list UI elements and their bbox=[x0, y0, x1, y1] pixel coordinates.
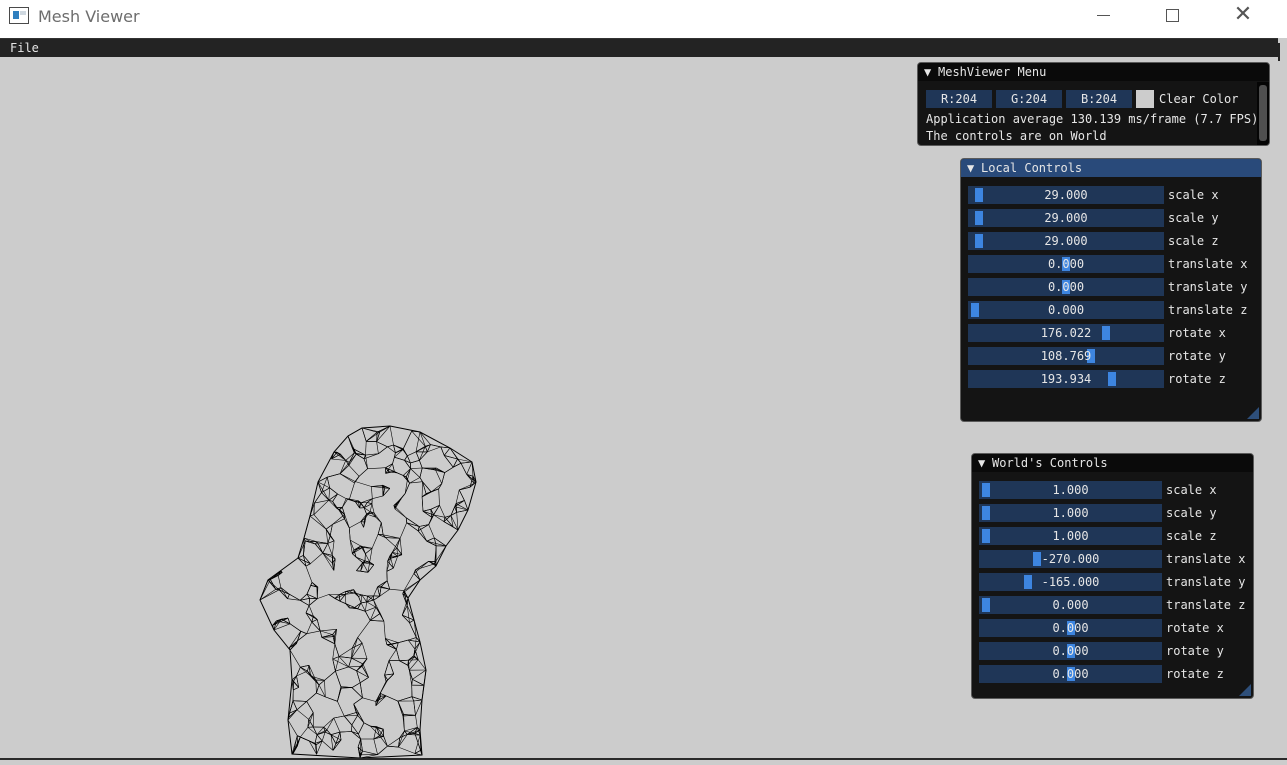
slider-label: scale y bbox=[1166, 506, 1217, 520]
slider-value: 0.000 bbox=[1047, 303, 1085, 317]
slider-translate-z[interactable]: 0.000 bbox=[968, 301, 1164, 319]
slider-translate-x[interactable]: -270.000 bbox=[979, 550, 1162, 568]
slider-scale-y[interactable]: 1.000 bbox=[979, 504, 1162, 522]
slider-value: 29.000 bbox=[1044, 211, 1088, 225]
slider-value: 29.000 bbox=[1044, 234, 1088, 248]
world-controls-header[interactable]: ▼ World's Controls bbox=[972, 454, 1253, 472]
world-controls-title: World's Controls bbox=[992, 456, 1108, 470]
color-r-field[interactable]: R:204 bbox=[926, 90, 992, 108]
slider-label: translate x bbox=[1166, 552, 1246, 566]
scrollbar-thumb[interactable] bbox=[1259, 85, 1267, 141]
panel-scrollbar[interactable] bbox=[1257, 82, 1269, 145]
clear-color-label: Clear Color bbox=[1159, 92, 1239, 106]
slider-label: scale x bbox=[1168, 188, 1219, 202]
menu-file[interactable]: File bbox=[10, 41, 39, 55]
slider-label: rotate z bbox=[1168, 372, 1226, 386]
slider-value: 1.000 bbox=[1052, 529, 1089, 543]
minimize-button[interactable] bbox=[1080, 0, 1126, 32]
local-controls-title: Local Controls bbox=[981, 161, 1083, 175]
menu-bar: File bbox=[0, 38, 1278, 57]
slider-label: scale x bbox=[1166, 483, 1217, 497]
slider-value: 0.000 bbox=[1052, 621, 1089, 635]
slider-translate-x[interactable]: 0.000 bbox=[968, 255, 1164, 273]
slider-rotate-y[interactable]: 108.769 bbox=[968, 347, 1164, 365]
slider-label: scale z bbox=[1166, 529, 1217, 543]
window-title: Mesh Viewer bbox=[38, 7, 140, 26]
menu-bar-edge bbox=[1278, 43, 1280, 61]
slider-label: rotate x bbox=[1168, 326, 1226, 340]
slider-label: scale y bbox=[1168, 211, 1219, 225]
meshviewer-menu-title: MeshViewer Menu bbox=[938, 65, 1047, 79]
slider-label: translate x bbox=[1168, 257, 1248, 271]
slider-scale-z[interactable]: 29.000 bbox=[968, 232, 1164, 250]
clear-color-swatch[interactable] bbox=[1136, 90, 1154, 108]
slider-label: scale z bbox=[1168, 234, 1219, 248]
slider-rotate-x[interactable]: 0.000 bbox=[979, 619, 1162, 637]
slider-value: 108.769 bbox=[1040, 349, 1092, 363]
slider-translate-z[interactable]: 0.000 bbox=[979, 596, 1162, 614]
slider-rotate-y[interactable]: 0.000 bbox=[979, 642, 1162, 660]
window-titlebar: Mesh Viewer ✕ bbox=[0, 0, 1287, 38]
slider-value: -165.000 bbox=[1041, 575, 1100, 589]
slider-scale-y[interactable]: 29.000 bbox=[968, 209, 1164, 227]
slider-scale-z[interactable]: 1.000 bbox=[979, 527, 1162, 545]
slider-value: -270.000 bbox=[1041, 552, 1100, 566]
slider-label: translate z bbox=[1166, 598, 1246, 612]
slider-value: 1.000 bbox=[1052, 483, 1089, 497]
slider-value: 193.934 bbox=[1040, 372, 1092, 386]
collapse-triangle-icon[interactable]: ▼ bbox=[924, 63, 934, 81]
slider-value: 0.000 bbox=[1047, 257, 1085, 271]
slider-scale-x[interactable]: 1.000 bbox=[979, 481, 1162, 499]
resize-grip-icon[interactable] bbox=[1247, 407, 1259, 419]
local-controls-panel: ▼ Local Controls 29.000 scale x 29.000 scale… bbox=[960, 158, 1262, 422]
slider-rotate-z[interactable]: 0.000 bbox=[979, 665, 1162, 683]
wireframe-mesh[interactable] bbox=[250, 420, 490, 760]
slider-value: 176.022 bbox=[1040, 326, 1092, 340]
slider-rotate-z[interactable]: 193.934 bbox=[968, 370, 1164, 388]
slider-value: 0.000 bbox=[1052, 598, 1089, 612]
meshviewer-menu-header[interactable]: ▼ MeshViewer Menu bbox=[918, 63, 1269, 81]
slider-rotate-x[interactable]: 176.022 bbox=[968, 324, 1164, 342]
slider-label: translate y bbox=[1168, 280, 1248, 294]
bottom-divider bbox=[0, 758, 1287, 760]
slider-value: 1.000 bbox=[1052, 506, 1089, 520]
slider-value: 0.000 bbox=[1047, 280, 1085, 294]
close-button[interactable]: ✕ bbox=[1220, 0, 1266, 32]
world-controls-panel: ▼ World's Controls 1.000 scale x 1.000 scale… bbox=[971, 453, 1254, 699]
color-g-field[interactable]: G:204 bbox=[996, 90, 1062, 108]
slider-label: translate z bbox=[1168, 303, 1248, 317]
slider-value: 0.000 bbox=[1052, 667, 1089, 681]
collapse-triangle-icon[interactable]: ▼ bbox=[978, 454, 988, 472]
collapse-triangle-icon[interactable]: ▼ bbox=[967, 159, 977, 177]
slider-value: 0.000 bbox=[1052, 644, 1089, 658]
slider-label: translate y bbox=[1166, 575, 1246, 589]
meshviewer-menu-panel: ▼ MeshViewer Menu R:204 G:204 B:204 Clear… bbox=[917, 62, 1270, 146]
slider-label: rotate z bbox=[1166, 667, 1224, 681]
slider-translate-y[interactable]: -165.000 bbox=[979, 573, 1162, 591]
app-icon bbox=[9, 7, 29, 24]
slider-translate-y[interactable]: 0.000 bbox=[968, 278, 1164, 296]
slider-label: rotate y bbox=[1168, 349, 1226, 363]
fps-text: Application average 130.139 ms/frame (7.… bbox=[926, 112, 1259, 126]
resize-grip-icon[interactable] bbox=[1239, 684, 1251, 696]
slider-scale-x[interactable]: 29.000 bbox=[968, 186, 1164, 204]
slider-label: rotate x bbox=[1166, 621, 1224, 635]
controls-target-text: The controls are on World bbox=[926, 129, 1107, 143]
maximize-button[interactable] bbox=[1150, 0, 1196, 32]
slider-label: rotate y bbox=[1166, 644, 1224, 658]
color-b-field[interactable]: B:204 bbox=[1066, 90, 1132, 108]
slider-value: 29.000 bbox=[1044, 188, 1088, 202]
local-controls-header[interactable]: ▼ Local Controls bbox=[961, 159, 1261, 177]
